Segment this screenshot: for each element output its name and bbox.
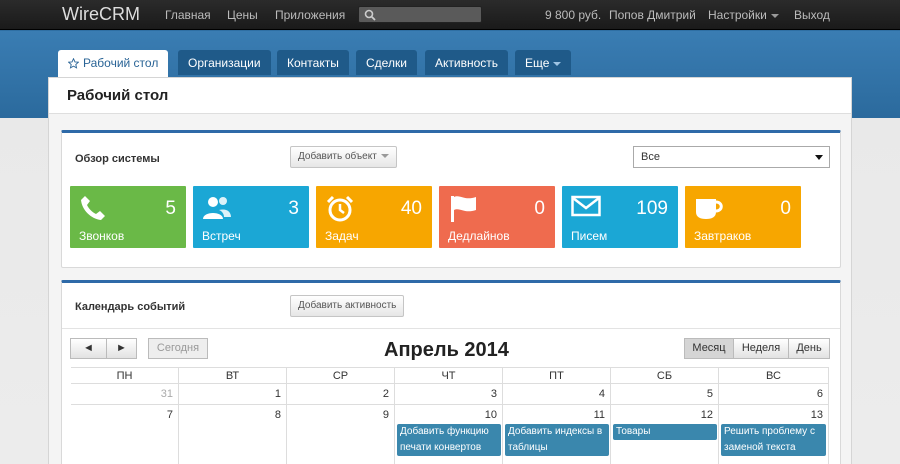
emails-label: Писем: [571, 229, 608, 243]
weekday-header: СБ: [611, 367, 719, 384]
tab-desktop-label: Рабочий стол: [83, 56, 159, 70]
weekday-header: ПТ: [503, 367, 611, 384]
alarm-clock-icon: [326, 195, 354, 222]
calls-count: 5: [165, 198, 176, 219]
nav-link-prices[interactable]: Цены: [227, 8, 258, 22]
settings-menu[interactable]: Настройки: [708, 8, 779, 22]
deadlines-count: 0: [534, 198, 545, 219]
weekday-header: ВС: [719, 367, 829, 384]
tasks-count: 40: [400, 198, 422, 219]
add-object-label: Добавить объект: [298, 151, 377, 162]
weekday-header: ПН: [71, 367, 179, 384]
system-overview-widget: Обзор системы Добавить объект Все 5 Звон…: [61, 130, 841, 268]
calendar-day-cell[interactable]: 6: [719, 384, 829, 405]
brand-logo[interactable]: WireCRM: [62, 4, 140, 25]
deadlines-label: Дедлайнов: [448, 229, 510, 243]
calendar-event[interactable]: Добавить функцию печати конвертов: [397, 424, 501, 456]
meetings-label: Встреч: [202, 229, 241, 243]
tab-more[interactable]: Еще: [515, 50, 572, 75]
breakfasts-count: 0: [780, 198, 791, 219]
calendar-day-cell[interactable]: 2: [287, 384, 395, 405]
tab-activity[interactable]: Активность: [425, 50, 509, 75]
tasks-tile[interactable]: 40 Задач: [316, 186, 432, 248]
divider: [62, 328, 840, 329]
calendar-day-cell[interactable]: 1: [179, 384, 287, 405]
envelope-icon: [571, 195, 601, 217]
meetings-count: 3: [288, 198, 299, 219]
chevron-down-icon: [770, 13, 779, 18]
logout-link[interactable]: Выход: [794, 8, 830, 22]
tab-contacts[interactable]: Контакты: [277, 50, 349, 75]
main-panel: Рабочий стол Обзор системы Добавить объе…: [48, 77, 852, 464]
users-icon: [203, 197, 231, 219]
widget-title: Обзор системы: [75, 153, 160, 165]
tab-desktop[interactable]: Рабочий стол: [58, 50, 169, 77]
next-month-button[interactable]: ►: [106, 338, 137, 359]
chevron-down-icon: [553, 61, 562, 66]
phone-icon: [81, 196, 105, 220]
calendar-event[interactable]: Решить проблему с заменой текста: [721, 424, 826, 456]
user-name-link[interactable]: Попов Дмитрий: [609, 8, 696, 22]
add-object-button[interactable]: Добавить объект: [290, 146, 397, 168]
tasks-label: Задач: [325, 229, 359, 243]
tab-more-label: Еще: [525, 56, 550, 70]
view-month-button[interactable]: Месяц: [684, 338, 734, 359]
prev-month-button[interactable]: ◄: [70, 338, 107, 359]
calendar-day-cell[interactable]: 31: [71, 384, 179, 405]
balance-text: 9 800 руб.: [545, 8, 602, 22]
tab-deals[interactable]: Сделки: [356, 50, 417, 75]
calendar-day-cell[interactable]: 8: [179, 405, 287, 464]
calls-label: Звонков: [79, 229, 125, 243]
deadlines-tile[interactable]: 0 Дедлайнов: [439, 186, 555, 248]
calendar-day-cell[interactable]: 4: [503, 384, 611, 405]
events-calendar-widget: Календарь событий Добавить активность ◄ …: [61, 280, 841, 464]
calendar-day-cell[interactable]: 5: [611, 384, 719, 405]
page-header: Рабочий стол: [49, 78, 851, 114]
calendar-event[interactable]: Товары: [613, 424, 717, 440]
top-navbar: WireCRM Главная Цены Приложения 9 800 ру…: [0, 0, 900, 30]
chevron-down-icon: [815, 155, 823, 160]
filter-select[interactable]: Все: [633, 146, 830, 168]
chevron-down-icon: [380, 154, 389, 159]
settings-label: Настройки: [708, 8, 767, 22]
coffee-cup-icon: [696, 199, 723, 219]
calendar-day-cell[interactable]: 9: [287, 405, 395, 464]
search-input[interactable]: [358, 6, 482, 23]
calendar-month-title: Апрель 2014: [384, 339, 509, 361]
calendar-day-cell[interactable]: 7: [71, 405, 179, 464]
calls-tile[interactable]: 5 Звонков: [70, 186, 186, 248]
calendar-day-cell[interactable]: 3: [395, 384, 503, 405]
page-title: Рабочий стол: [67, 87, 169, 104]
search-icon: [364, 9, 376, 21]
tab-organizations[interactable]: Организации: [178, 50, 271, 75]
today-button[interactable]: Сегодня: [148, 338, 208, 359]
star-icon: [67, 57, 80, 69]
view-day-button[interactable]: День: [788, 338, 830, 359]
weekday-header: ВТ: [179, 367, 287, 384]
add-activity-button[interactable]: Добавить активность: [290, 295, 405, 317]
flag-icon: [451, 196, 476, 222]
breakfasts-tile[interactable]: 0 Завтраков: [685, 186, 801, 248]
breakfasts-label: Завтраков: [694, 229, 752, 243]
emails-tile[interactable]: 109 Писем: [562, 186, 678, 248]
calendar-event[interactable]: Добавить индексы в таблицы: [505, 424, 609, 456]
nav-link-apps[interactable]: Приложения: [275, 8, 345, 22]
meetings-tile[interactable]: 3 Встреч: [193, 186, 309, 248]
nav-link-home[interactable]: Главная: [165, 8, 211, 22]
filter-select-value: Все: [641, 151, 660, 163]
view-week-button[interactable]: Неделя: [733, 338, 789, 359]
emails-count: 109: [636, 198, 668, 219]
weekday-header: СР: [287, 367, 395, 384]
weekday-header: ЧТ: [395, 367, 503, 384]
widget-title: Календарь событий: [75, 301, 186, 313]
